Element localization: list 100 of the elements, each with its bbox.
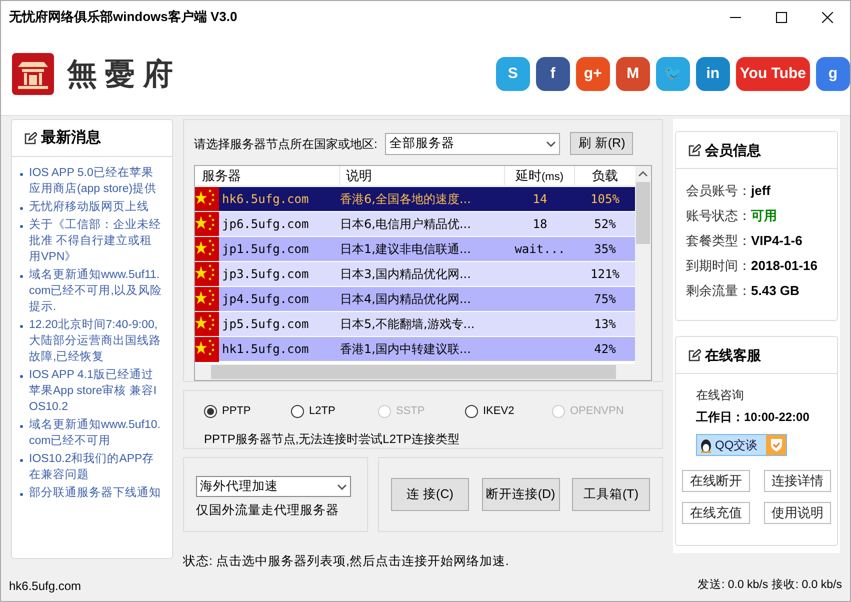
bullet-icon — [20, 375, 23, 378]
qq-chat-button[interactable]: QQ交谈 — [696, 434, 787, 456]
service-hours: 工作日：10:00-22:00 — [696, 409, 810, 426]
radio-label[interactable]: PPTP — [222, 403, 251, 420]
table-cell-text: jp5.5ufg.com — [221, 316, 310, 333]
social-app-icon: M — [616, 57, 650, 91]
edit-icon — [688, 348, 701, 362]
column-header[interactable]: 延时(ms) — [505, 166, 575, 185]
refresh-button[interactable]: 刷 新(R) — [570, 132, 634, 155]
radio-label[interactable]: L2TP — [309, 403, 336, 420]
mode-hint: 仅国外流量走代理服务器 — [196, 502, 340, 520]
logo-text: 無憂府 — [67, 56, 181, 94]
server-row[interactable]: hk1.5ufg.com 香港1,国内中转建议联... 42% — [195, 336, 635, 361]
table-cell-text: 日本6,电信用户精品优... — [340, 216, 472, 233]
radio-label[interactable]: IKEV2 — [483, 403, 514, 420]
region-label: 请选择服务器节点所在国家或地区: — [194, 136, 378, 152]
server-row[interactable]: jp6.5ufg.com 日本6,电信用户精品优... 18 52% — [195, 211, 635, 236]
news-link[interactable]: 12.20北京时间7:40-9:00,大陆部分运营商出国线路故障,已经恢复 — [29, 317, 164, 365]
maximize-icon — [776, 12, 786, 22]
table-cell-text: hk1.5ufg.com — [221, 341, 310, 358]
bullet-icon — [20, 275, 23, 278]
mode-dropdown[interactable]: 海外代理加速 — [196, 476, 351, 498]
bullet-icon — [20, 493, 23, 496]
edit-icon — [24, 132, 37, 144]
table-cell-text: 14 — [532, 191, 548, 208]
social-app-icon: 🐦 — [656, 57, 690, 91]
table-cell-text: 日本4,国内精品优化网... — [340, 291, 472, 308]
radio-button[interactable] — [291, 404, 304, 418]
radio-button[interactable] — [465, 404, 478, 418]
caret-icon — [337, 484, 347, 490]
close-icon — [822, 12, 832, 22]
flag-icon — [195, 262, 219, 286]
column-header[interactable]: 说明 — [340, 166, 505, 185]
server-row[interactable]: jp4.5ufg.com 日本4,国内精品优化网... 75% — [195, 286, 635, 311]
service-label: 在线咨询 — [696, 387, 745, 404]
news-link[interactable]: 域名更新通知www.5uf11.com已经不可用,以及风险提示. — [29, 267, 164, 315]
field-label: 剩余流量： — [686, 282, 751, 300]
news-link[interactable]: 关于《工信部：企业未经批准 不得自行建立或租用VPN》 — [29, 217, 164, 265]
column-header[interactable]: 服务器 — [195, 166, 340, 185]
field-value: VIP4-1-6 — [751, 232, 802, 250]
social-app-icon: f — [536, 57, 570, 91]
news-link[interactable]: IOS10.2和我们的APP存在兼容问题 — [29, 451, 164, 483]
bullet-icon — [20, 207, 23, 210]
field-label: 套餐类型： — [686, 232, 751, 250]
social-app-icon: g — [816, 57, 850, 91]
flag-icon — [195, 236, 219, 262]
shield-check-icon — [770, 438, 782, 452]
social-app-icon: in — [696, 57, 730, 91]
flag-icon — [195, 212, 219, 236]
news-link[interactable]: 部分联通服务器下线通知 — [29, 485, 161, 501]
bullet-icon — [20, 425, 23, 428]
region-dropdown[interactable]: 全部服务器 — [385, 132, 560, 154]
table-cell-text: 42% — [593, 341, 617, 358]
news-link[interactable]: IOS APP 5.0已经在苹果应用商店(app store)提供 — [29, 165, 164, 197]
service-button[interactable]: 在线断开 — [682, 470, 750, 492]
bullet-icon — [20, 225, 23, 228]
flag-icon — [195, 286, 219, 312]
field-value: jeff — [751, 182, 770, 200]
service-button[interactable]: 使用说明 — [764, 502, 831, 524]
table-cell-text: 18 — [532, 216, 548, 233]
traffic-status: 发送: 0.0 kb/s 接收: 0.0 kb/s — [697, 578, 842, 594]
field-label: 账号状态： — [686, 207, 751, 225]
social-app-icon: You Tube — [736, 57, 810, 91]
caret-icon — [546, 140, 556, 146]
server-row[interactable]: jp3.5ufg.com 日本3,国内精品优化网... 121% — [195, 261, 635, 286]
edit-icon — [688, 144, 701, 156]
action-button[interactable]: 连 接(C) — [391, 478, 469, 512]
horizontal-scrollbar[interactable] — [195, 364, 651, 380]
table-cell-text: hk6.5ufg.com — [221, 191, 310, 208]
service-button[interactable]: 在线充值 — [682, 502, 750, 524]
table-cell-text: 52% — [593, 216, 617, 233]
column-header[interactable]: 负载 — [575, 166, 635, 185]
news-link[interactable]: 域名更新通知www.5uf10.com已经不可用 — [29, 417, 164, 449]
news-link[interactable]: 无忧府移动版网页上线 — [29, 199, 149, 215]
table-cell-text: 日本5,不能翻墙,游戏专... — [340, 316, 476, 333]
flag-icon — [195, 186, 219, 212]
bullet-icon — [20, 459, 23, 462]
action-button[interactable]: 工具箱(T) — [572, 478, 650, 512]
server-row[interactable]: jp5.5ufg.com 日本5,不能翻墙,游戏专... 13% — [195, 311, 635, 336]
action-button[interactable]: 断开连接(D) — [482, 478, 560, 512]
table-cell-text: 13% — [593, 316, 617, 333]
flag-icon — [195, 312, 219, 336]
server-row[interactable]: hk6.5ufg.com 香港6,全国各地的速度... 14 105% — [195, 186, 635, 211]
bullet-icon — [20, 325, 23, 328]
table-cell-text: jp4.5ufg.com — [221, 291, 310, 308]
server-row[interactable]: jp1.5ufg.com 日本1,建议非电信联通... wait... 35% — [195, 236, 635, 261]
radio-button[interactable] — [204, 404, 217, 418]
service-button[interactable]: 连接详情 — [764, 470, 831, 492]
flag-icon — [195, 336, 219, 362]
field-label: 会员账号： — [686, 182, 751, 200]
table-cell-text: jp3.5ufg.com — [221, 266, 310, 283]
social-app-icon: S — [496, 57, 530, 91]
table-cell-text: jp1.5ufg.com — [221, 241, 310, 258]
field-value: 可用 — [751, 207, 777, 225]
panel-title: 在线客服 — [705, 346, 761, 364]
protocol-hint: PPTP服务器节点,无法连接时尝试L2TP连接类型 — [204, 430, 460, 448]
table-cell-text: 日本1,建议非电信联通... — [340, 241, 472, 258]
news-link[interactable]: IOS APP 4.1版已经通过苹果App store审核 兼容IOS10.2 — [29, 367, 164, 415]
vertical-scrollbar[interactable] — [635, 166, 651, 364]
penguin-icon — [699, 437, 713, 453]
